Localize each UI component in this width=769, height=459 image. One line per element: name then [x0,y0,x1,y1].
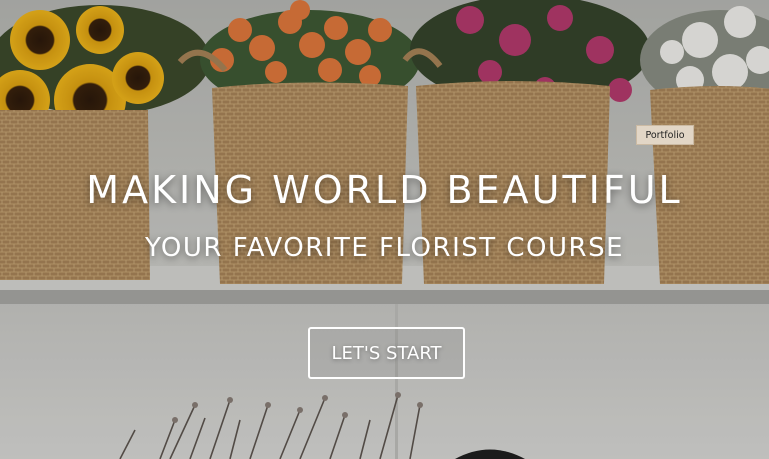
hero-section: Portfolio MAKING WORLD BEAUTIFUL YOUR FA… [0,0,769,459]
portfolio-badge[interactable]: Portfolio [636,125,694,145]
lets-start-button[interactable]: LET'S START [308,327,465,379]
hero-background-image [0,0,769,459]
hero-subheadline: YOUR FAVORITE FLORIST COURSE [144,233,625,263]
hero-headline: MAKING WORLD BEAUTIFUL [86,168,683,212]
